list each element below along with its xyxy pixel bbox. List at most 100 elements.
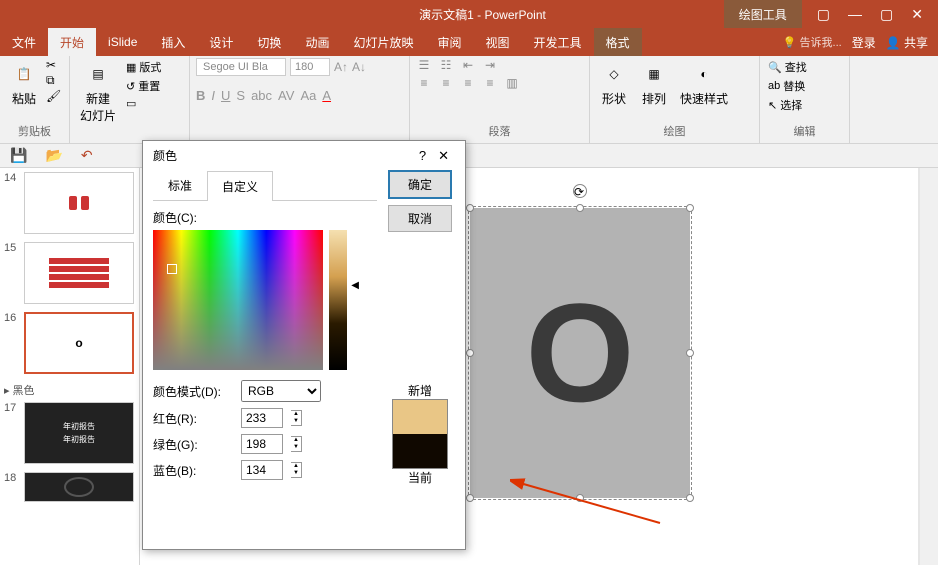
tab-view[interactable]: 视图 (473, 28, 521, 56)
reset-button[interactable]: ↺ 重置 (124, 77, 163, 95)
tell-me[interactable]: 💡 告诉我... (783, 34, 842, 50)
new-slide-icon: ▤ (84, 60, 112, 88)
format-painter-icon[interactable]: 🖌 (46, 89, 61, 103)
resize-handle[interactable] (466, 494, 474, 502)
hue-sat-picker[interactable] (153, 230, 323, 370)
slide-thumb-15[interactable] (24, 242, 134, 304)
color-mode-select[interactable]: RGB (241, 380, 321, 402)
green-label: 绿色(G): (153, 436, 233, 453)
increase-font-icon[interactable]: A↑ (334, 60, 348, 74)
slide-thumb-17[interactable]: 年初报告年初报告 (24, 402, 134, 464)
bullets-icon[interactable]: ☰ (416, 58, 432, 72)
red-spinner[interactable]: ▲▼ (291, 410, 302, 426)
bold-button[interactable]: B (196, 88, 205, 103)
login-link[interactable]: 登录 (852, 34, 876, 51)
tab-insert[interactable]: 插入 (149, 28, 197, 56)
save-icon[interactable]: 💾 (10, 147, 27, 164)
tab-islide[interactable]: iSlide (96, 28, 149, 56)
luminance-slider[interactable]: ◀ (329, 230, 347, 370)
columns-icon[interactable]: ▥ (504, 76, 520, 90)
document-title: 演示文稿1 - PowerPoint (241, 6, 724, 23)
dialog-help-icon[interactable]: ? (413, 148, 432, 163)
tab-slideshow[interactable]: 幻灯片放映 (341, 28, 425, 56)
spacing-button[interactable]: AV (278, 88, 294, 103)
blue-input[interactable] (241, 460, 283, 480)
resize-handle[interactable] (686, 349, 694, 357)
copy-icon[interactable]: ⧉ (46, 73, 61, 88)
strike-button[interactable]: S (236, 88, 245, 103)
dialog-close-icon[interactable]: ✕ (432, 148, 455, 164)
tab-animations[interactable]: 动画 (293, 28, 341, 56)
numbering-icon[interactable]: ☷ (438, 58, 454, 72)
red-input[interactable] (241, 408, 283, 428)
color-dialog: 颜色 ? ✕ 标准 自定义 颜色(C): ◀ 颜色模式(D): RGB (142, 140, 466, 550)
tab-design[interactable]: 设计 (197, 28, 245, 56)
color-mode-label: 颜色模式(D): (153, 383, 233, 400)
slide-thumb-16[interactable]: o (24, 312, 134, 374)
resize-handle[interactable] (686, 204, 694, 212)
maximize-icon[interactable]: ▢ (880, 6, 893, 23)
select-button[interactable]: ↖ 选择 (766, 96, 809, 114)
vertical-scrollbar[interactable] (920, 168, 938, 565)
blue-spinner[interactable]: ▲▼ (291, 462, 302, 478)
tab-home[interactable]: 开始 (48, 28, 96, 56)
swatch-current (393, 434, 447, 468)
resize-handle[interactable] (686, 494, 694, 502)
indent-inc-icon[interactable]: ⇥ (482, 58, 498, 72)
tab-custom[interactable]: 自定义 (207, 171, 273, 201)
slide-number: 18 (4, 472, 20, 502)
open-icon[interactable]: 📂 (45, 147, 62, 164)
section-header[interactable]: ▸ 黑色 (4, 382, 135, 398)
italic-button[interactable]: I (211, 88, 215, 103)
layout-button[interactable]: ▦ 版式 (124, 58, 163, 76)
resize-handle[interactable] (466, 204, 474, 212)
resize-handle[interactable] (576, 204, 584, 212)
luminance-arrow-icon[interactable]: ◀ (351, 280, 359, 291)
rotate-handle[interactable]: ⟳ (573, 184, 587, 198)
indent-dec-icon[interactable]: ⇤ (460, 58, 476, 72)
quick-styles-button[interactable]: ◐快速样式 (676, 58, 732, 109)
align-right-icon[interactable]: ≡ (460, 76, 476, 90)
align-left-icon[interactable]: ≡ (416, 76, 432, 90)
case-button[interactable]: Aa (300, 88, 316, 103)
slide-panel[interactable]: 14 15 16 o ▸ 黑色 17 年初报告年初报告 18 (0, 168, 140, 565)
section-button[interactable]: ▭ (124, 96, 163, 111)
green-input[interactable] (241, 434, 283, 454)
replace-button[interactable]: ab 替换 (766, 77, 809, 95)
minimize-icon[interactable]: — (848, 6, 862, 23)
tab-format[interactable]: 格式 (594, 28, 642, 56)
cut-icon[interactable]: ✂ (46, 58, 61, 72)
new-slide-button[interactable]: ▤ 新建 幻灯片 (76, 58, 120, 126)
cancel-button[interactable]: 取消 (388, 205, 452, 232)
slide-thumb-18[interactable] (24, 472, 134, 502)
text-box[interactable]: ⟳ O (470, 208, 690, 498)
align-center-icon[interactable]: ≡ (438, 76, 454, 90)
find-button[interactable]: 🔍 查找 (766, 58, 809, 76)
underline-button[interactable]: U (221, 88, 230, 103)
group-paragraph: 段落 (416, 123, 583, 141)
share-button[interactable]: 👤 共享 (886, 34, 928, 51)
resize-handle[interactable] (576, 494, 584, 502)
arrange-button[interactable]: ▦排列 (636, 58, 672, 109)
tab-review[interactable]: 审阅 (425, 28, 473, 56)
paste-button[interactable]: 📋 粘贴 (6, 58, 42, 109)
tab-transitions[interactable]: 切换 (245, 28, 293, 56)
resize-handle[interactable] (466, 349, 474, 357)
green-spinner[interactable]: ▲▼ (291, 436, 302, 452)
ok-button[interactable]: 确定 (388, 170, 452, 199)
font-name-input[interactable]: Segoe UI Bla (196, 58, 286, 76)
tab-developer[interactable]: 开发工具 (522, 28, 594, 56)
ribbon-options-icon[interactable]: ▢ (817, 6, 830, 23)
shapes-button[interactable]: ◇形状 (596, 58, 632, 109)
font-size-input[interactable]: 180 (290, 58, 330, 76)
justify-icon[interactable]: ≡ (482, 76, 498, 90)
font-color-button[interactable]: A (322, 88, 331, 103)
decrease-font-icon[interactable]: A↓ (352, 60, 366, 74)
tab-file[interactable]: 文件 (0, 28, 48, 56)
color-cursor[interactable] (167, 264, 177, 274)
shadow-button[interactable]: abc (251, 88, 272, 103)
tab-standard[interactable]: 标准 (153, 170, 207, 200)
undo-icon[interactable]: ↶ (81, 147, 93, 164)
close-icon[interactable]: ✕ (911, 6, 923, 23)
slide-thumb-14[interactable] (24, 172, 134, 234)
